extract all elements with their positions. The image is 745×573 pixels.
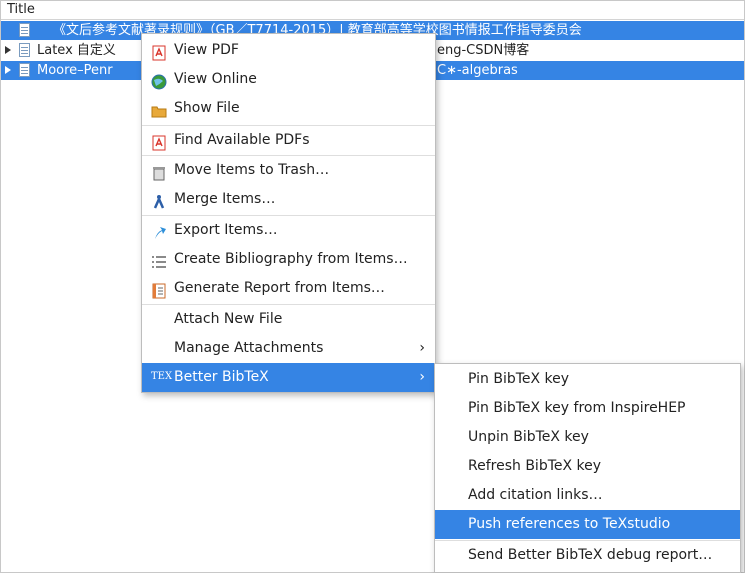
report-icon — [151, 281, 167, 299]
row-title-tail: C∗-algebras — [437, 63, 518, 78]
pdf-icon — [151, 133, 167, 151]
chevron-right-icon: › — [419, 369, 425, 385]
menu-item-merge-items[interactable]: Merge Items… — [142, 185, 435, 214]
row-title: Moore–Penr — [37, 63, 113, 78]
globe-icon — [151, 72, 167, 90]
menu-item-view-online[interactable]: View Online — [142, 65, 435, 94]
document-icon — [19, 23, 30, 37]
expand-icon[interactable] — [5, 66, 11, 74]
menu-item-attach-new-file[interactable]: Attach New File — [142, 305, 435, 334]
bibliography-icon — [151, 252, 167, 268]
menu-item-generate-report[interactable]: Generate Report from Items… — [142, 274, 435, 303]
menu-item-pin-key-inspirehep[interactable]: Pin BibTeX key from InspireHEP — [435, 394, 740, 423]
menu-item-add-citation-links[interactable]: Add citation links… — [435, 481, 740, 510]
submenu-better-bibtex: Pin BibTeX key Pin BibTeX key from Inspi… — [434, 363, 741, 573]
folder-icon — [151, 101, 167, 118]
menu-item-push-to-texstudio[interactable]: Push references to TeXstudio — [435, 510, 740, 539]
trash-icon — [151, 163, 167, 181]
menu-item-create-bibliography[interactable]: Create Bibliography from Items… — [142, 245, 435, 274]
menu-item-refresh-key[interactable]: Refresh BibTeX key — [435, 452, 740, 481]
menu-item-view-pdf[interactable]: View PDF — [142, 36, 435, 65]
menu-item-manage-attachments[interactable]: Manage Attachments › — [142, 334, 435, 363]
menu-item-pin-key[interactable]: Pin BibTeX key — [435, 365, 740, 394]
row-title-tail: eng-CSDN博客 — [437, 43, 530, 58]
document-icon — [19, 63, 30, 77]
menu-item-show-file[interactable]: Show File — [142, 94, 435, 123]
chevron-right-icon: › — [419, 340, 425, 356]
menu-item-unpin-key[interactable]: Unpin BibTeX key — [435, 423, 740, 452]
menu-item-send-debug-report[interactable]: Send Better BibTeX debug report… — [435, 541, 740, 570]
context-menu: View PDF View Online Show File Find Avai… — [141, 33, 436, 393]
menu-item-export-items[interactable]: Export Items… — [142, 216, 435, 245]
column-header[interactable]: Title — [1, 1, 744, 20]
merge-icon — [151, 192, 167, 209]
expand-icon[interactable] — [5, 46, 11, 54]
menu-item-move-to-trash[interactable]: Move Items to Trash… — [142, 156, 435, 185]
menu-item-better-bibtex[interactable]: TEX Better BibTeX › — [142, 363, 435, 392]
export-icon — [151, 223, 167, 239]
tex-icon: TEX — [151, 371, 173, 382]
pdf-icon — [151, 43, 167, 61]
column-header-title: Title — [7, 2, 35, 17]
document-icon — [19, 43, 30, 57]
row-title: Latex 自定义 — [37, 43, 116, 58]
menu-item-find-pdfs[interactable]: Find Available PDFs — [142, 126, 435, 155]
